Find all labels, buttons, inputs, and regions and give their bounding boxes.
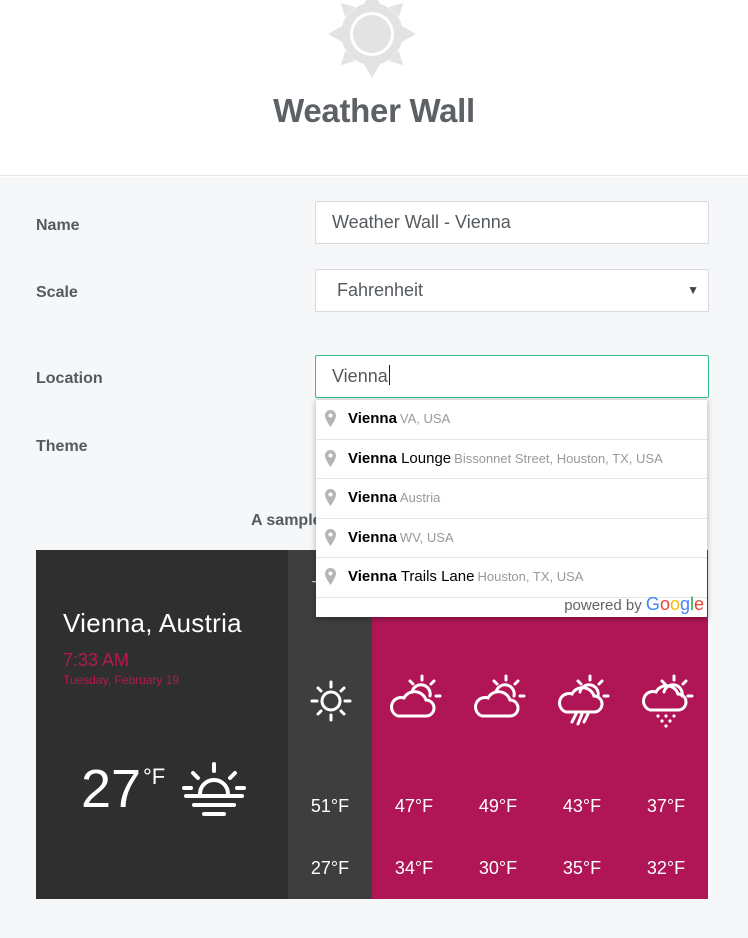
- partly-cloudy-icon: [390, 674, 442, 718]
- autocomplete-item[interactable]: Vienna WV, USA: [316, 519, 707, 558]
- location-input[interactable]: Vienna: [315, 355, 709, 398]
- forecast-high: 43°F: [562, 796, 602, 816]
- autocomplete-secondary: Bissonnet Street, Houston, TX, USA: [454, 450, 663, 466]
- name-field-value: Weather Wall - Vienna: [332, 212, 511, 232]
- forecast-low: 34°F: [394, 858, 434, 878]
- autocomplete-secondary: WV, USA: [399, 529, 454, 545]
- forecast-high: 51°F: [310, 796, 350, 816]
- app-header: Weather Wall: [0, 0, 748, 176]
- forecast-low: 35°F: [562, 858, 602, 878]
- map-pin-icon: [325, 489, 336, 506]
- rain-cloud-icon: [558, 674, 610, 726]
- current-weather-panel: Vienna, Austria 7:33 AM Tuesday, Februar…: [36, 550, 288, 899]
- current-time: 7:33 AM: [63, 650, 130, 670]
- scale-label: Scale: [36, 284, 78, 301]
- current-temperature-unit: °F: [143, 764, 166, 789]
- forecast-low: 30°F: [478, 858, 518, 878]
- autocomplete-main-rest: Trails Lane: [396, 568, 475, 585]
- autocomplete-match: Vienna: [348, 489, 397, 506]
- sun-icon: [310, 680, 352, 722]
- location-label: Location: [36, 370, 103, 387]
- powered-by-google: powered by Google: [564, 594, 704, 615]
- powered-by-text: powered by: [564, 597, 642, 614]
- map-pin-icon: [325, 410, 336, 427]
- autocomplete-match: Vienna: [348, 528, 397, 546]
- city-name: Vienna, Austria: [63, 608, 242, 638]
- map-pin-icon: [325, 528, 336, 546]
- autocomplete-match: Vienna: [348, 449, 397, 467]
- forecast-low: 32°F: [646, 858, 686, 878]
- text-cursor: [388, 365, 390, 385]
- partly-cloudy-icon: [474, 674, 526, 718]
- scale-select[interactable]: Fahrenheit ▼: [315, 269, 709, 312]
- forecast-low: 27°F: [310, 858, 350, 878]
- autocomplete-match: Vienna: [348, 568, 397, 585]
- autocomplete-secondary: Austria: [399, 490, 441, 505]
- scale-select-value: Fahrenheit: [337, 280, 424, 300]
- autocomplete-item[interactable]: Vienna VA, USA: [316, 400, 707, 440]
- name-label: Name: [36, 217, 80, 234]
- autocomplete-secondary: Houston, TX, USA: [477, 569, 584, 584]
- name-field[interactable]: Weather Wall - Vienna: [315, 201, 709, 244]
- sunrise-icon: [182, 762, 246, 816]
- forecast-high: 37°F: [646, 796, 686, 816]
- map-pin-icon: [325, 568, 336, 585]
- map-pin-icon: [325, 449, 336, 467]
- sample-heading: A sample: [251, 512, 322, 529]
- sun-icon: [328, 0, 416, 78]
- forecast-high: 47°F: [394, 796, 434, 816]
- location-input-value: Vienna: [332, 366, 388, 386]
- autocomplete-secondary: VA, USA: [399, 411, 451, 426]
- theme-label: Theme: [36, 438, 88, 455]
- autocomplete-item[interactable]: Vienna Austria: [316, 479, 707, 519]
- google-logo: Google: [645, 594, 704, 614]
- current-temperature: 27: [81, 759, 142, 819]
- autocomplete-item[interactable]: Vienna Lounge Bissonnet Street, Houston, …: [316, 440, 707, 479]
- snow-cloud-icon: [642, 674, 694, 728]
- page-title: Weather Wall: [273, 92, 475, 129]
- autocomplete-match: Vienna: [348, 410, 397, 427]
- forecast-high: 49°F: [478, 796, 518, 816]
- autocomplete-item[interactable]: Vienna Trails Lane Houston, TX, USA: [316, 558, 707, 598]
- autocomplete-main-rest: Lounge: [396, 449, 452, 467]
- location-autocomplete: Vienna VA, USA Vienna Lounge Bissonnet Str…: [316, 399, 707, 617]
- caret-down-icon: ▼: [687, 283, 699, 297]
- current-date: Tuesday, February 19: [63, 673, 180, 687]
